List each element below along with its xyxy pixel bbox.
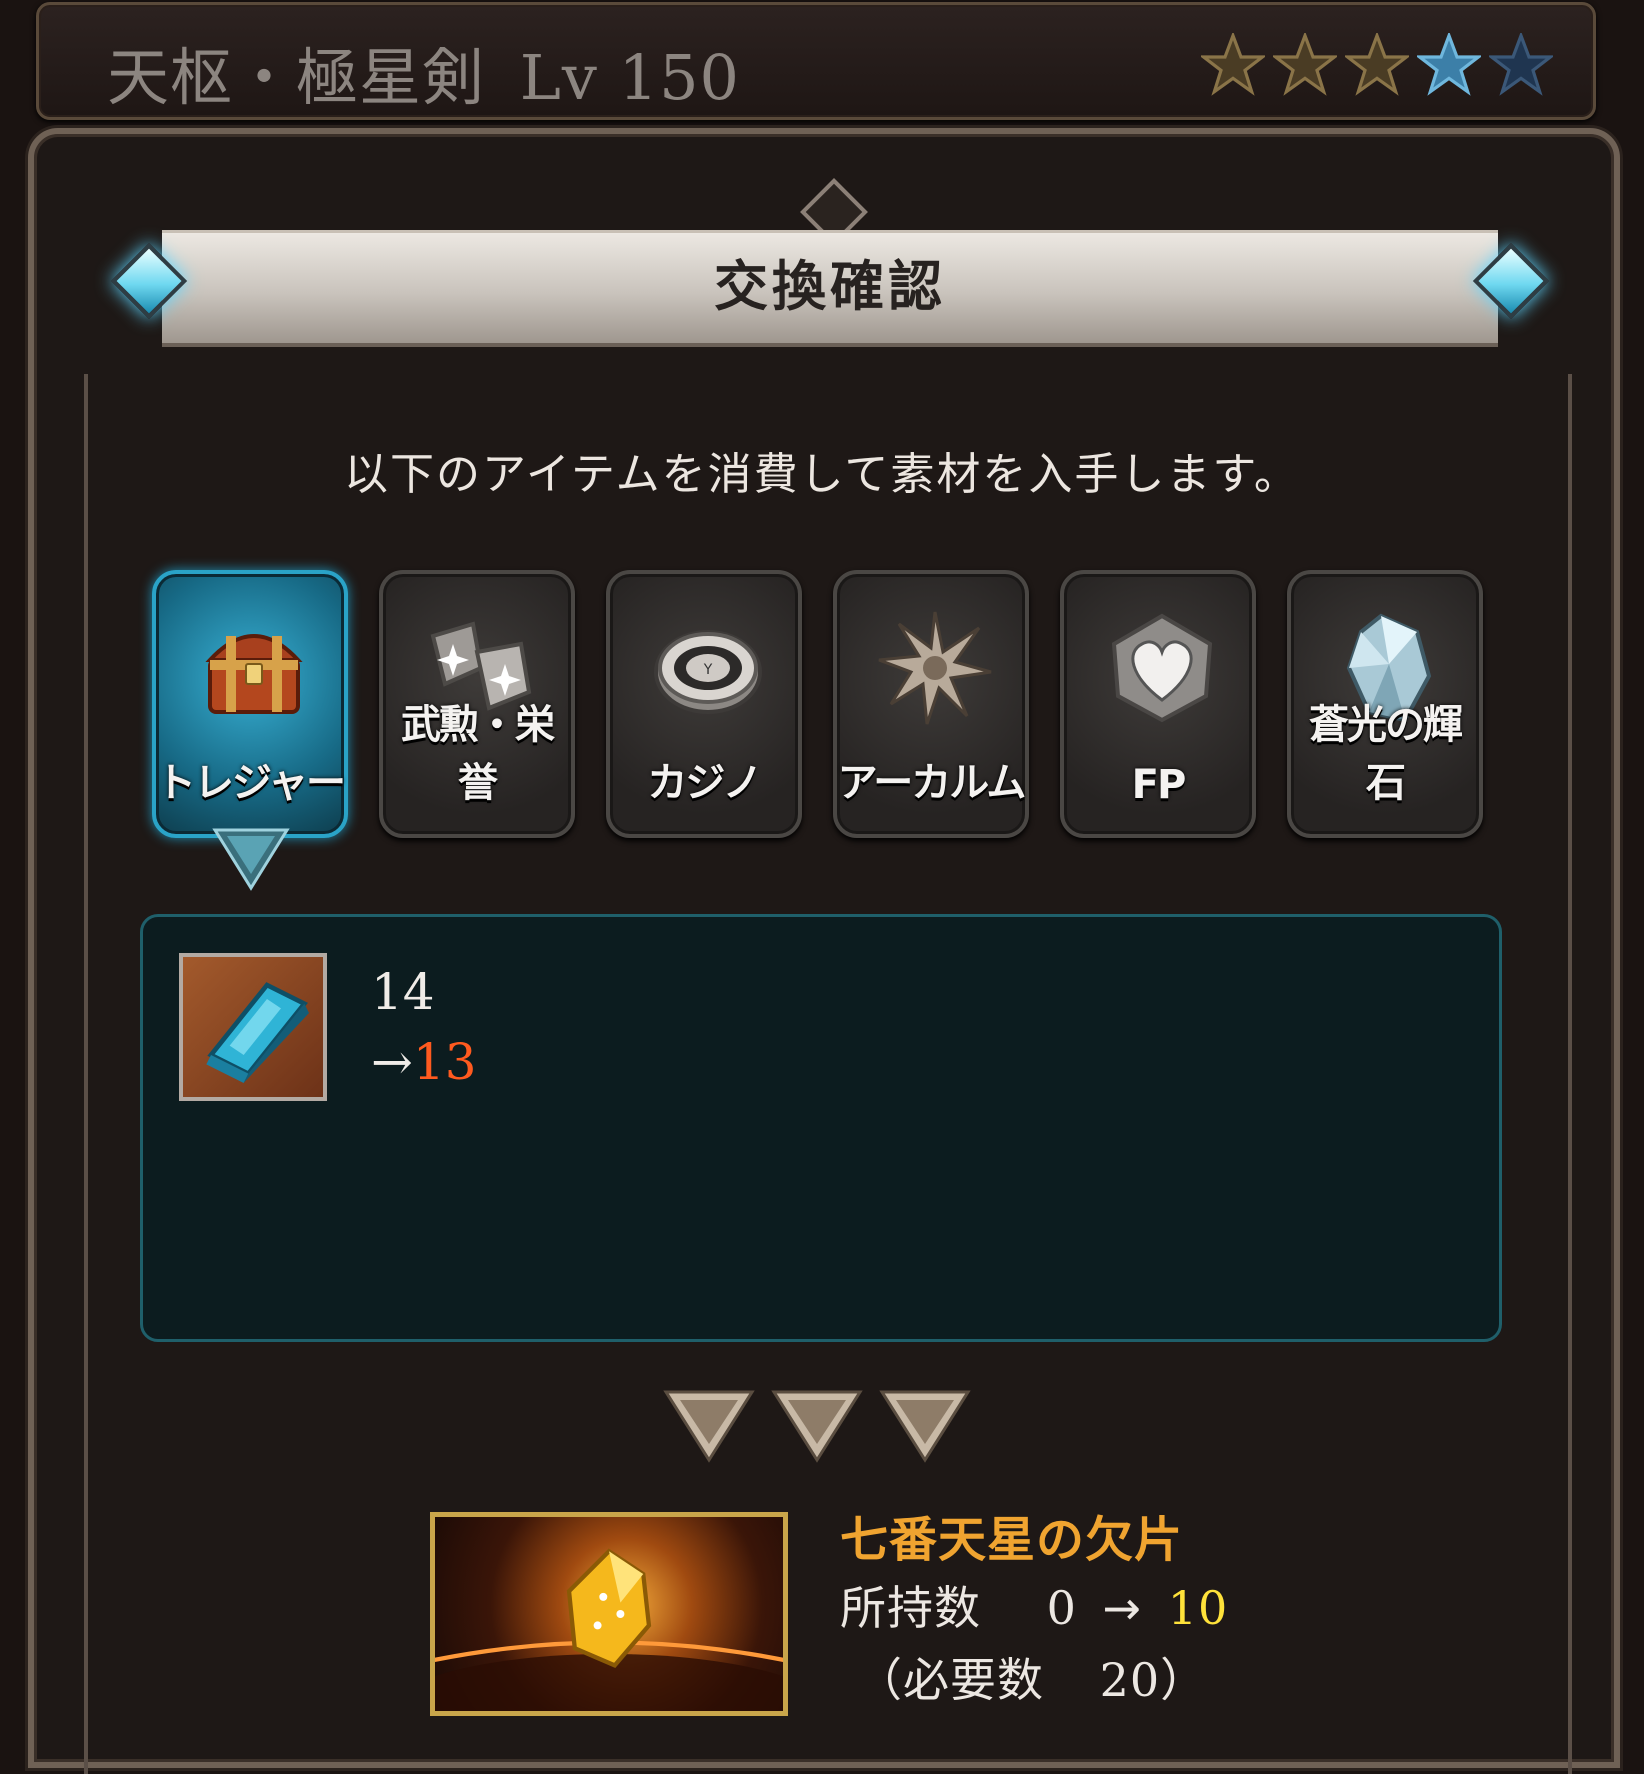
golden-shard-icon [435, 1548, 783, 1711]
required-label: （必要数 [856, 1653, 1044, 1707]
tab-arcarum[interactable]: アーカルム [833, 570, 1029, 838]
selected-tab-pointer-icon [212, 828, 290, 891]
count-arrow: → [371, 1033, 413, 1091]
consumed-item-panel: 14 →13 [140, 914, 1502, 1342]
owned-after: 10 [1167, 1581, 1229, 1635]
star-filled-icon [1345, 33, 1409, 96]
dialog-description: 以下のアイテムを消費して素材を入手します。 [344, 449, 1300, 500]
star-filled-icon [1201, 33, 1265, 96]
dialog-banner: 交換確認 [62, 178, 1598, 452]
arcarum-star-icon [878, 611, 992, 725]
reward-owned-count: 所持数 0 → 10 [840, 1572, 1228, 1638]
star-filled-icon [1273, 33, 1337, 96]
consumed-item-thumbnail [179, 953, 327, 1101]
tab-label: 武勲・栄誉 [401, 702, 555, 806]
tab-label: FP [1131, 762, 1187, 808]
heart-icon [1111, 613, 1213, 723]
owned-arrow: → [1102, 1581, 1143, 1635]
count-after: 13 [412, 1033, 477, 1091]
tab-label: アーカルム [837, 760, 1027, 806]
required-value: 20） [1099, 1653, 1208, 1707]
count-before: 14 [371, 963, 435, 1021]
casino-chip-icon: Y [654, 630, 762, 714]
blue-ingot-icon [206, 982, 309, 1083]
reward-item-thumbnail [430, 1512, 788, 1716]
weapon-level: Lv 150 [519, 41, 740, 114]
tab-label: 蒼光の輝石 [1309, 702, 1463, 806]
tab-treasure[interactable]: トレジャー [152, 570, 348, 838]
tab-blue-crystal[interactable]: 蒼光の輝石 [1287, 570, 1483, 838]
weapon-name: 天枢・極星剣 [107, 41, 486, 114]
tab-label: カジノ [647, 760, 762, 806]
treasure-chest-icon [205, 634, 303, 714]
owned-label: 所持数 [840, 1581, 981, 1635]
tab-casino[interactable]: Y カジノ [606, 570, 802, 838]
star-blue-icon [1417, 33, 1481, 96]
tab-label: トレジャー [156, 760, 346, 806]
tab-fp[interactable]: FP [1060, 570, 1256, 838]
exchange-direction-indicator [662, 1382, 972, 1464]
weapon-title: 天枢・極星剣 Lv 150 [107, 27, 740, 117]
tab-medals-honors[interactable]: 武勲・栄誉 [379, 570, 575, 838]
exchange-category-tabs: トレジャー 武勲・栄誉 Y カジノ アーカルム FP 蒼光の輝石 [152, 570, 1483, 838]
chevron-down-icon [771, 1390, 863, 1463]
svg-text:Y: Y [703, 662, 713, 678]
owned-before: 0 [1046, 1581, 1077, 1635]
weapon-header: 天枢・極星剣 Lv 150 [36, 2, 1596, 120]
consumed-item-count: 14 →13 [371, 957, 477, 1097]
chevron-down-icon [879, 1390, 971, 1463]
dialog-title: 交換確認 [714, 255, 946, 318]
chevron-down-icon [663, 1390, 755, 1463]
uncap-stars [1201, 33, 1553, 97]
reward-item-name: 七番天星の欠片 [840, 1512, 1184, 1568]
star-empty-icon [1489, 33, 1553, 96]
reward-required-count: （必要数 20） [856, 1644, 1207, 1710]
